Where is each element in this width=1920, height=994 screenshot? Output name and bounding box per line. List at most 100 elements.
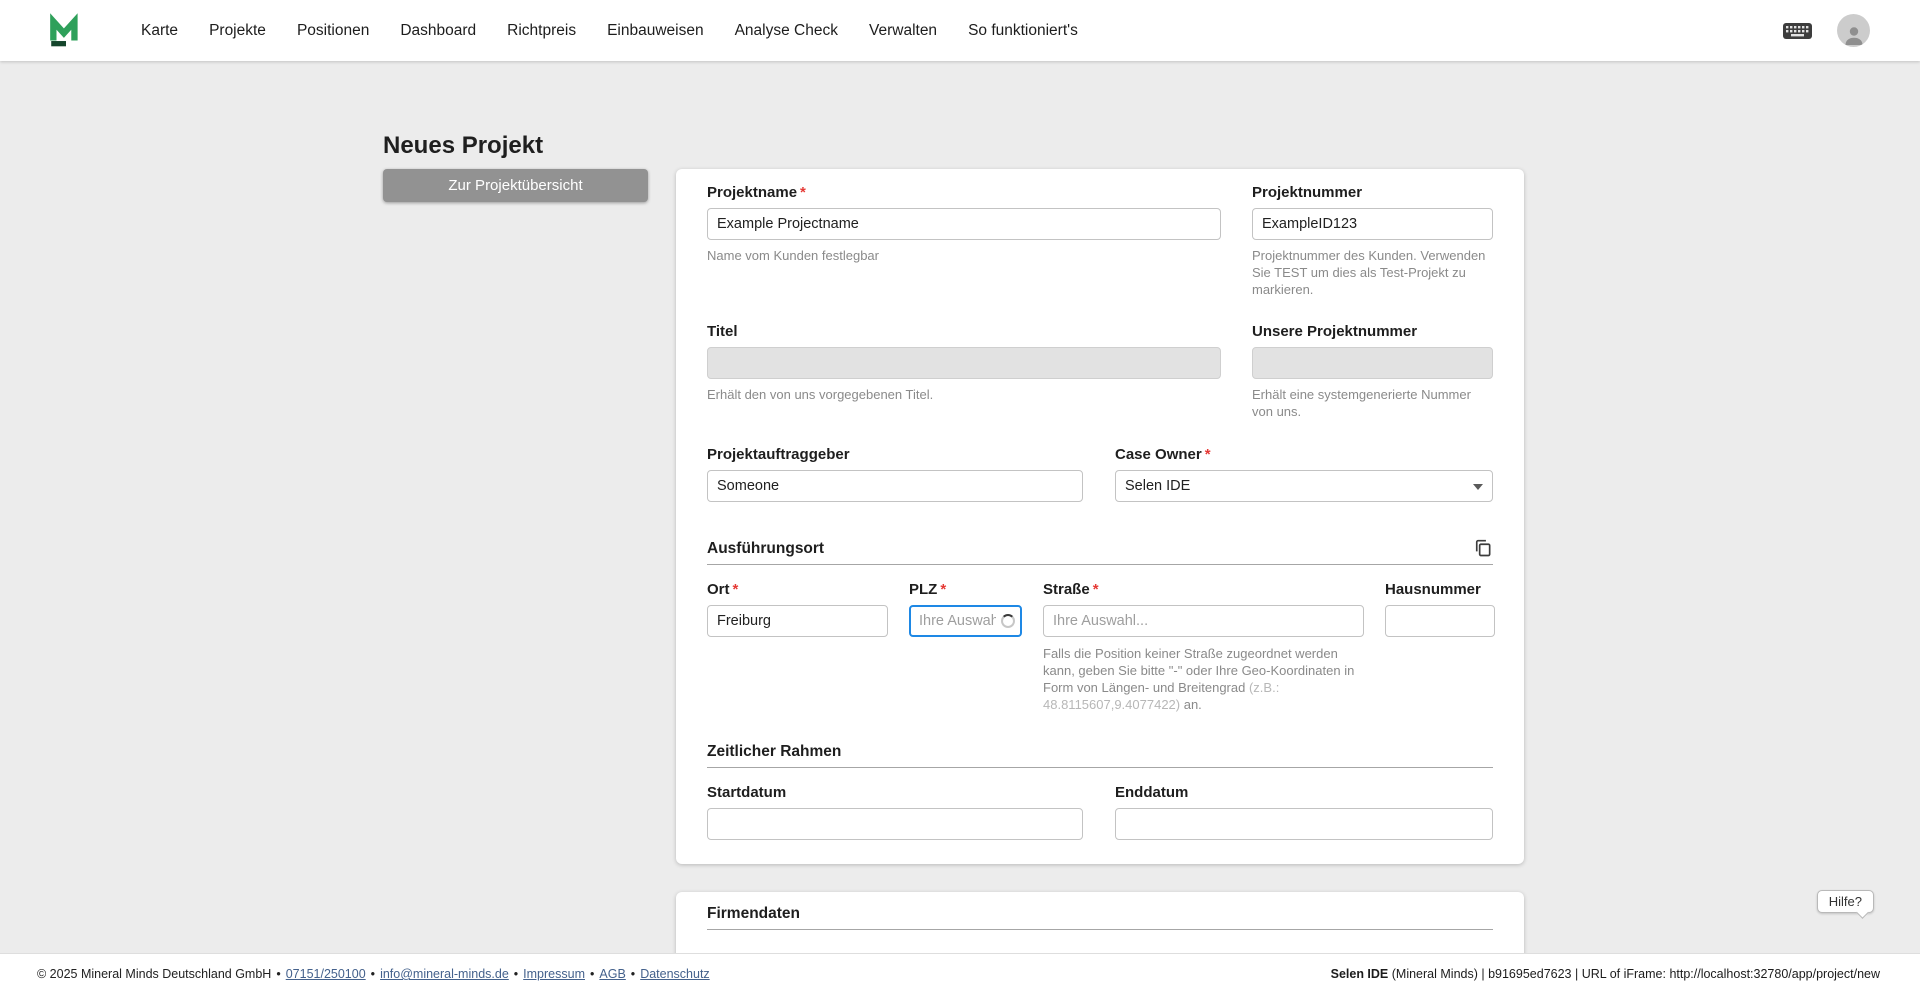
footer-left: © 2025 Mineral Minds Deutschland GmbH • … [37, 967, 710, 981]
projektname-label-text: Projektname [707, 184, 798, 201]
hausnummer-field: Hausnummer [1385, 581, 1495, 637]
projektnummer-input[interactable] [1252, 208, 1493, 240]
plz-label: PLZ * [909, 581, 1022, 599]
hausnummer-label: Hausnummer [1385, 581, 1495, 599]
footer-separator: • [630, 967, 636, 981]
startdatum-field: Startdatum [707, 784, 1083, 840]
footer-impressum-link[interactable]: Impressum [523, 967, 585, 981]
firmendaten-card: Firmendaten [676, 892, 1524, 953]
titel-input [707, 347, 1221, 379]
help-button[interactable]: Hilfe? [1816, 890, 1874, 913]
strasse-helper-suffix: an. [1180, 697, 1202, 712]
footer-separator: • [513, 967, 519, 981]
strasse-label-text: Straße [1043, 581, 1090, 598]
titel-label-text: Titel [707, 323, 738, 340]
projektnummer-label: Projektnummer [1252, 184, 1493, 202]
projektnummer-helper: Projektnummer des Kunden. Verwenden Sie … [1252, 248, 1486, 297]
footer-separator: • [590, 967, 595, 981]
section-zeitlicher-rahmen: Zeitlicher Rahmen [707, 742, 1493, 768]
row-dates: Startdatum Enddatum [707, 784, 1493, 840]
case-owner-value: Selen IDE [1125, 478, 1191, 494]
required-asterisk: * [732, 581, 739, 598]
enddatum-field: Enddatum [1115, 784, 1493, 840]
unsere-projektnummer-field: Unsere Projektnummer Erhält eine systemg… [1252, 323, 1493, 420]
footer-separator: • [370, 967, 376, 981]
row-projektname-projektnummer: Projektname* Name vom Kunden festlegbar … [707, 184, 1493, 298]
nav-item-richtpreis[interactable]: Richtpreis [507, 22, 576, 40]
strasse-field: Straße * [1043, 581, 1364, 637]
form-cards: Projektname* Name vom Kunden festlegbar … [676, 169, 1524, 953]
brand-logo-icon[interactable] [47, 12, 85, 50]
nav-item-projekte[interactable]: Projekte [209, 22, 266, 40]
section-firmendaten-title: Firmendaten [707, 905, 801, 922]
nav-item-einbauweisen[interactable]: Einbauweisen [607, 22, 704, 40]
projektnummer-field: Projektnummer Projektnummer des Kunden. … [1252, 184, 1493, 298]
plz-field: PLZ * [909, 581, 1022, 637]
footer-session-info: Selen IDE (Mineral Minds) | b91695ed7623… [1331, 967, 1880, 981]
footer-agb-link[interactable]: AGB [599, 967, 625, 981]
section-firmendaten-head: Firmendaten [707, 904, 1493, 923]
case-owner-select[interactable]: Selen IDE [1115, 470, 1493, 502]
strasse-input[interactable] [1043, 605, 1364, 637]
nav-item-positionen[interactable]: Positionen [297, 22, 369, 40]
titel-label: Titel [707, 323, 1221, 341]
required-asterisk: * [1092, 581, 1099, 598]
section-firmendaten-divider [707, 929, 1493, 930]
nav-item-verwalten[interactable]: Verwalten [869, 22, 937, 40]
enddatum-input[interactable] [1115, 808, 1493, 840]
startdatum-label: Startdatum [707, 784, 1083, 802]
plz-input-wrap [909, 605, 1022, 637]
section-zeitlicher-rahmen-title: Zeitlicher Rahmen [707, 743, 842, 760]
nav-item-analyse-check[interactable]: Analyse Check [735, 22, 838, 40]
projektname-input[interactable] [707, 208, 1221, 240]
footer-datenschutz-link[interactable]: Datenschutz [640, 967, 709, 981]
app-root: { "colors": { "brand_green": "#2ea05a", … [0, 0, 1920, 994]
footer: © 2025 Mineral Minds Deutschland GmbH • … [0, 953, 1920, 994]
user-avatar[interactable] [1837, 14, 1870, 47]
ort-field: Ort * [707, 581, 888, 637]
top-navbar: Karte Projekte Positionen Dashboard Rich… [0, 0, 1920, 61]
projektauftraggeber-label: Projektauftraggeber [707, 446, 1083, 464]
plz-label-text: PLZ [909, 581, 938, 598]
section-zeitlicher-rahmen-head: Zeitlicher Rahmen [707, 742, 1493, 761]
copy-icon [1475, 539, 1491, 557]
required-asterisk: * [940, 581, 947, 598]
startdatum-input[interactable] [707, 808, 1083, 840]
chevron-down-icon [1473, 484, 1483, 490]
footer-phone-link[interactable]: 07151/250100 [286, 967, 366, 981]
ort-input[interactable] [707, 605, 888, 637]
unsere-projektnummer-helper: Erhält eine systemgenerierte Nummer von … [1252, 387, 1471, 419]
required-asterisk: * [1204, 446, 1211, 463]
projektnummer-label-text: Projektnummer [1252, 184, 1363, 201]
footer-session-detail: (Mineral Minds) | b91695ed7623 | URL of … [1388, 967, 1880, 981]
row-address: Ort* PLZ* Straße* [707, 581, 1495, 713]
row-titel-unsere-projektnummer: Titel Erhält den von uns vorgegebenen Ti… [707, 323, 1493, 420]
hausnummer-label-text: Hausnummer [1385, 581, 1481, 598]
project-form-card: Projektname* Name vom Kunden festlegbar … [676, 169, 1524, 864]
enddatum-label-text: Enddatum [1115, 784, 1189, 801]
loading-spinner-icon [1001, 614, 1015, 628]
projektname-label: Projektname * [707, 184, 1221, 202]
unsere-projektnummer-label: Unsere Projektnummer [1252, 323, 1493, 341]
nav-item-so-funktionierts[interactable]: So funktioniert's [968, 22, 1078, 40]
titel-field: Titel Erhält den von uns vorgegebenen Ti… [707, 323, 1221, 420]
footer-user-name: Selen IDE [1330, 967, 1389, 981]
hausnummer-input[interactable] [1385, 605, 1495, 637]
navbar-right-actions [1782, 14, 1920, 47]
page-title: Neues Projekt [383, 132, 544, 160]
nav-item-dashboard[interactable]: Dashboard [400, 22, 476, 40]
case-owner-label: Case Owner * [1115, 446, 1493, 464]
project-overview-button[interactable]: Zur Projektübersicht [383, 169, 648, 202]
case-owner-label-text: Case Owner [1115, 446, 1202, 463]
main-nav: Karte Projekte Positionen Dashboard Rich… [141, 22, 1078, 40]
main-content: Neues Projekt Zur Projektübersicht Proje… [0, 61, 1920, 953]
keyboard-icon[interactable] [1782, 20, 1813, 41]
nav-item-karte[interactable]: Karte [141, 22, 178, 40]
copy-address-button[interactable] [1473, 538, 1493, 558]
section-ausfuehrungsort-head: Ausführungsort [707, 538, 1493, 558]
projektauftraggeber-input[interactable] [707, 470, 1083, 502]
section-ausfuehrungsort-title: Ausführungsort [707, 539, 825, 557]
unsere-projektnummer-input [1252, 347, 1493, 379]
footer-email-link[interactable]: info@mineral-minds.de [380, 967, 509, 981]
required-asterisk: * [800, 184, 806, 201]
